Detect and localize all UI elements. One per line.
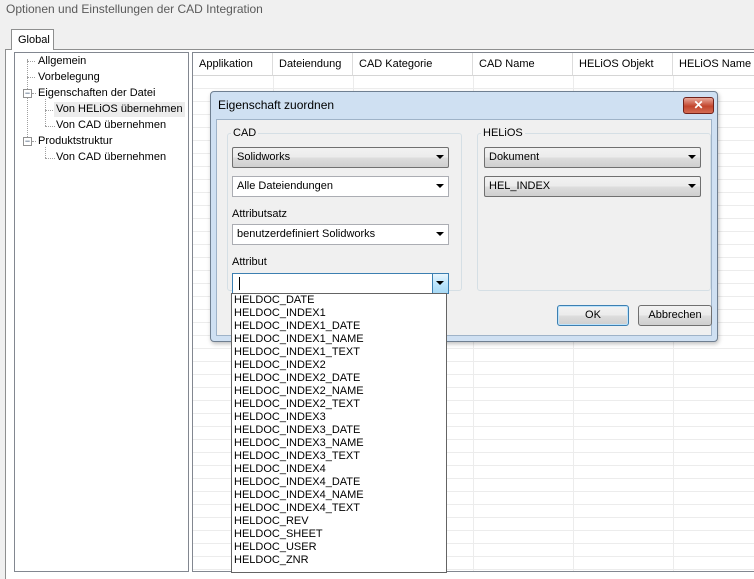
attribute-label: Attribut bbox=[232, 256, 267, 268]
file-extension-value: Alle Dateiendungen bbox=[237, 180, 334, 192]
column-header[interactable]: Applikation bbox=[193, 53, 273, 76]
dropdown-option[interactable]: HELDOC_INDEX3_NAME bbox=[232, 437, 446, 450]
chevron-down-icon bbox=[688, 155, 696, 159]
dropdown-option[interactable]: HELDOC_INDEX1_DATE bbox=[232, 320, 446, 333]
dropdown-option[interactable]: HELDOC_ZNR bbox=[232, 554, 446, 567]
window-title: Optionen und Einstellungen der CAD Integ… bbox=[0, 0, 754, 20]
chevron-down-icon bbox=[436, 184, 444, 188]
dropdown-option[interactable]: HELDOC_INDEX2 bbox=[232, 359, 446, 372]
collapse-icon[interactable]: − bbox=[23, 137, 32, 146]
cad-group-label: CAD bbox=[231, 127, 259, 139]
text-caret bbox=[239, 277, 240, 290]
collapse-icon[interactable]: − bbox=[23, 89, 32, 98]
dropdown-option[interactable]: HELDOC_INDEX4_DATE bbox=[232, 476, 446, 489]
dropdown-option[interactable]: HELDOC_INDEX2_NAME bbox=[232, 385, 446, 398]
dropdown-option[interactable]: HELDOC_INDEX3_TEXT bbox=[232, 450, 446, 463]
dropdown-option[interactable]: HELDOC_SHEET bbox=[232, 528, 446, 541]
dropdown-option[interactable]: HELDOC_INDEX3_DATE bbox=[232, 424, 446, 437]
helios-attribute-select[interactable]: HEL_INDEX bbox=[484, 176, 701, 197]
dropdown-option[interactable]: HELDOC_INDEX1_TEXT bbox=[232, 346, 446, 359]
helios-object-value: Dokument bbox=[489, 151, 540, 163]
cancel-button[interactable]: Abbrechen bbox=[638, 305, 712, 326]
helios-group-label: HELiOS bbox=[481, 127, 525, 139]
attribute-set-select[interactable]: benutzerdefiniert Solidworks bbox=[232, 224, 449, 245]
chevron-down-icon bbox=[436, 232, 444, 236]
settings-tree[interactable]: − − Allgemein Vorbelegung Eigenschaften … bbox=[14, 52, 189, 572]
chevron-down-icon bbox=[688, 184, 696, 188]
ok-button[interactable]: OK bbox=[557, 305, 629, 326]
tree-item-produkt-von-cad[interactable]: Von CAD übernehmen bbox=[54, 150, 168, 165]
column-header[interactable]: CAD Name bbox=[473, 53, 573, 76]
dropdown-option[interactable]: HELDOC_INDEX4_TEXT bbox=[232, 502, 446, 515]
chevron-down-icon bbox=[436, 281, 444, 285]
file-extension-select[interactable]: Alle Dateiendungen bbox=[232, 176, 449, 197]
column-header[interactable]: HELiOS Objekt bbox=[573, 53, 673, 76]
helios-attribute-value: HEL_INDEX bbox=[489, 180, 551, 192]
dropdown-option[interactable]: HELDOC_USER bbox=[232, 541, 446, 554]
dropdown-option[interactable]: HELDOC_INDEX4_NAME bbox=[232, 489, 446, 502]
column-header[interactable]: HELiOS Name bbox=[673, 53, 754, 76]
attribute-combo[interactable] bbox=[232, 273, 449, 294]
attribute-dropdown-button[interactable] bbox=[432, 274, 448, 293]
attribute-dropdown-list[interactable]: HELDOC_DATE HELDOC_INDEX1 HELDOC_INDEX1_… bbox=[231, 293, 447, 573]
column-header[interactable]: CAD Kategorie bbox=[353, 53, 473, 76]
tree-item-vorbelegung[interactable]: Vorbelegung bbox=[36, 70, 102, 85]
dropdown-option[interactable]: HELDOC_INDEX2_DATE bbox=[232, 372, 446, 385]
dropdown-option[interactable]: HELDOC_INDEX1 bbox=[232, 307, 446, 320]
close-button[interactable]: ✕ bbox=[683, 97, 714, 114]
attribute-set-value: benutzerdefiniert Solidworks bbox=[237, 228, 376, 240]
tree-item-allgemein[interactable]: Allgemein bbox=[36, 54, 88, 69]
tree-item-von-helios[interactable]: Von HELiOS übernehmen bbox=[54, 102, 185, 117]
dropdown-option[interactable]: HELDOC_INDEX2_TEXT bbox=[232, 398, 446, 411]
dropdown-option[interactable]: HELDOC_DATE bbox=[232, 294, 446, 307]
grid-header: Applikation Dateiendung CAD Kategorie CA… bbox=[193, 53, 754, 76]
dropdown-option[interactable]: HELDOC_INDEX1_NAME bbox=[232, 333, 446, 346]
dropdown-option[interactable]: HELDOC_INDEX3 bbox=[232, 411, 446, 424]
tree-item-produktstruktur[interactable]: Produktstruktur bbox=[36, 134, 115, 149]
tab-global[interactable]: Global bbox=[11, 29, 54, 50]
cad-app-select[interactable]: Solidworks bbox=[232, 147, 449, 168]
tree-item-von-cad[interactable]: Von CAD übernehmen bbox=[54, 118, 168, 133]
chevron-down-icon bbox=[436, 155, 444, 159]
close-icon: ✕ bbox=[693, 98, 704, 112]
attribute-set-label: Attributsatz bbox=[232, 208, 288, 220]
dropdown-option[interactable]: HELDOC_REV bbox=[232, 515, 446, 528]
column-header[interactable]: Dateiendung bbox=[273, 53, 353, 76]
helios-object-select[interactable]: Dokument bbox=[484, 147, 701, 168]
cad-app-value: Solidworks bbox=[237, 151, 291, 163]
tree-item-eigenschaften[interactable]: Eigenschaften der Datei bbox=[36, 86, 157, 101]
dialog-title: Eigenschaft zuordnen bbox=[218, 98, 335, 112]
dropdown-option[interactable]: HELDOC_INDEX4 bbox=[232, 463, 446, 476]
